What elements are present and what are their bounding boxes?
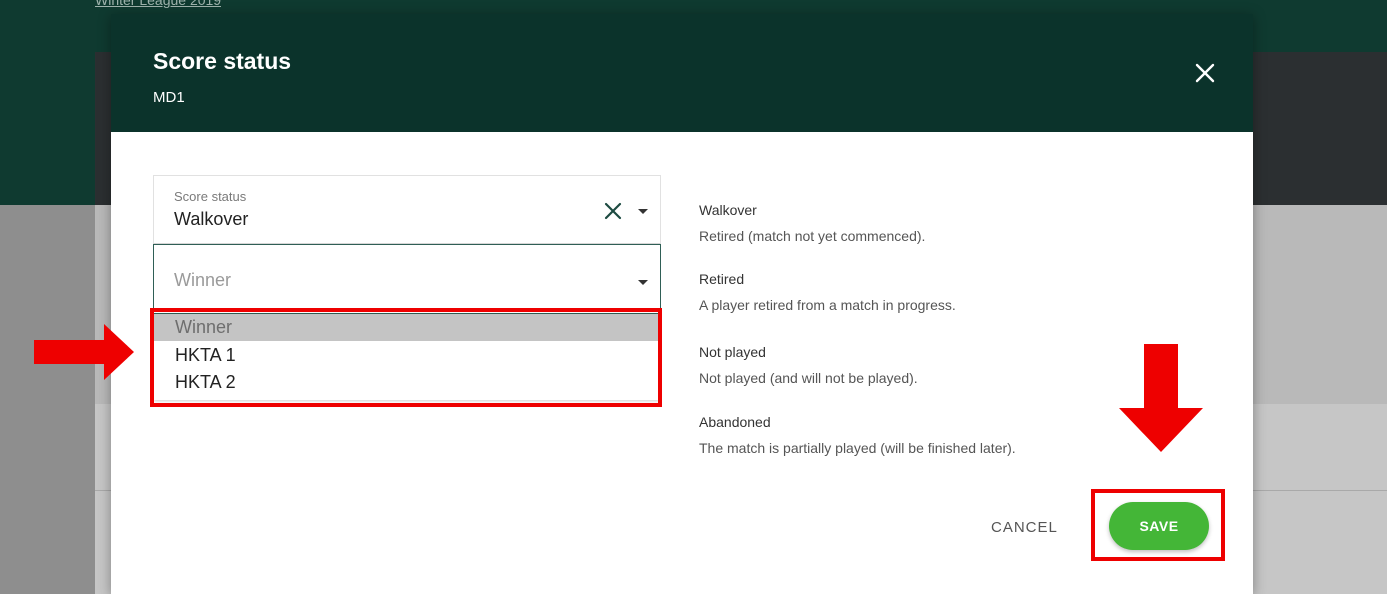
modal-header: Score status MD1: [111, 14, 1253, 132]
chevron-down-icon[interactable]: [638, 280, 648, 285]
cancel-button[interactable]: CANCEL: [991, 519, 1058, 536]
description-text: A player retired from a match in progres…: [699, 297, 956, 313]
description-title: Abandoned: [699, 414, 771, 430]
modal-subtitle: MD1: [153, 89, 185, 106]
annotation-highlight-dropdown: [150, 308, 662, 407]
annotation-arrow-down-icon: [1119, 344, 1203, 452]
clear-icon[interactable]: [604, 202, 622, 220]
description-not-played: Not played Not played (and will not be p…: [699, 344, 918, 386]
description-text: Retired (match not yet commenced).: [699, 228, 926, 244]
description-title: Walkover: [699, 202, 757, 218]
annotation-arrow-right-icon: [34, 324, 134, 380]
description-retired: Retired A player retired from a match in…: [699, 271, 956, 313]
score-status-modal: Score status MD1 Score status Walkover W…: [111, 14, 1253, 594]
breadcrumb-link[interactable]: Winter League 2019: [95, 0, 221, 8]
description-abandoned: Abandoned The match is partially played …: [699, 414, 1016, 456]
score-status-label: Score status: [174, 189, 247, 204]
close-icon[interactable]: [1194, 62, 1216, 84]
winner-select[interactable]: Winner: [153, 244, 661, 314]
chevron-down-icon[interactable]: [638, 209, 648, 214]
score-status-value: Walkover: [174, 209, 249, 229]
modal-title: Score status: [153, 48, 292, 74]
description-title: Retired: [699, 271, 745, 287]
annotation-highlight-save: [1091, 489, 1225, 561]
description-title: Not played: [699, 344, 766, 360]
score-status-select[interactable]: Score status Walkover: [153, 175, 661, 244]
description-text: The match is partially played (will be f…: [699, 440, 1016, 456]
description-walkover: Walkover Retired (match not yet commence…: [699, 202, 925, 244]
winner-placeholder: Winner: [174, 270, 232, 290]
description-text: Not played (and will not be played).: [699, 370, 918, 386]
